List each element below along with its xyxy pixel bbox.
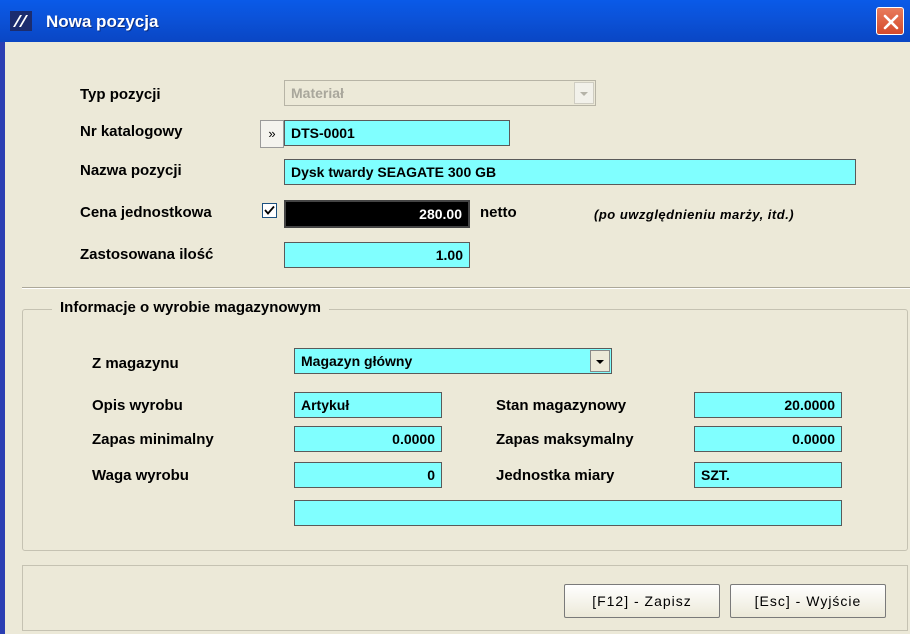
save-button[interactable]: [F12] - Zapisz [564,584,720,618]
stock-field[interactable]: 20.0000 [694,392,842,418]
catalog-label: Nr katalogowy [80,123,183,140]
catalog-number-field[interactable]: DTS-0001 [284,120,510,146]
dialog-window: Nowa pozycja Typ pozycji Materiał Nr kat… [0,0,910,634]
weight-label: Waga wyrobu [92,467,189,484]
price-suffix: netto [480,204,517,221]
unit-label: Jednostka miary [496,467,615,484]
close-icon [883,14,899,30]
extra-info-field[interactable] [294,500,842,526]
window-title: Nowa pozycja [46,12,159,31]
price-checkbox[interactable] [262,203,277,218]
description-field[interactable]: Artykuł [294,392,442,418]
unit-price-field[interactable]: 280.00 [284,200,470,228]
price-note: (po uwzględnieniu marży, itd.) [594,207,795,222]
min-stock-label: Zapas minimalny [92,431,214,448]
unit-field[interactable]: SZT. [694,462,842,488]
price-label: Cena jednostkowa [80,204,212,221]
type-select-dropdown[interactable] [574,82,594,104]
description-label: Opis wyrobu [92,397,183,414]
checkmark-icon [264,205,275,215]
quantity-field[interactable]: 1.00 [284,242,470,268]
warehouse-select-value: Magazyn główny [301,353,413,369]
weight-field[interactable]: 0 [294,462,442,488]
max-stock-field[interactable]: 0.0000 [694,426,842,452]
min-stock-field[interactable]: 0.0000 [294,426,442,452]
warehouse-group-legend: Informacje o wyrobie magazynowym [52,299,329,316]
quantity-label: Zastosowana ilość [80,246,214,263]
section-separator [22,287,910,289]
chevron-down-icon [596,360,604,364]
window-left-border [0,42,5,634]
exit-button[interactable]: [Esc] - Wyjście [730,584,886,618]
name-label: Nazwa pozycji [80,162,182,179]
item-name-field[interactable]: Dysk twardy SEAGATE 300 GB [284,159,856,185]
warehouse-label: Z magazynu [92,355,179,372]
max-stock-label: Zapas maksymalny [496,431,634,448]
warehouse-select-dropdown[interactable] [590,350,610,372]
title-bar[interactable]: Nowa pozycja [0,0,910,42]
catalog-lookup-button[interactable]: » [260,120,284,148]
type-select[interactable]: Materiał [284,80,596,106]
stock-label: Stan magazynowy [496,397,627,414]
app-logo-icon [10,11,32,31]
chevron-down-icon [580,92,588,96]
close-button[interactable] [876,7,904,35]
warehouse-select[interactable]: Magazyn główny [294,348,612,374]
type-select-value: Materiał [291,85,344,101]
type-label: Typ pozycji [80,86,161,103]
